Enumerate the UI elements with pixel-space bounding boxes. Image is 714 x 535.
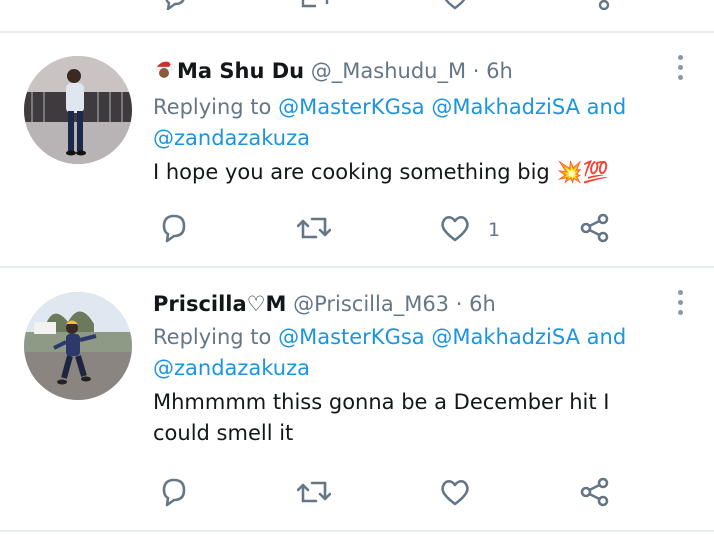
divider [0,530,714,532]
timestamp[interactable]: 6h [469,292,496,316]
mention-link[interactable]: @zandazakuza [153,356,310,380]
tweet-emoji: 💥💯 [556,160,609,184]
like-count: 1 [488,219,501,241]
mention-link[interactable]: and [587,325,627,349]
separator-dot: · [455,292,463,316]
tweet-content: Priscilla♡M @Priscilla_M63 · 6h Replying… [153,289,673,449]
tweet-text: Mhmmmm thiss gonna be a December hit I c… [153,390,610,445]
user-handle[interactable]: @Priscilla_M63 [293,292,449,316]
retweet-icon[interactable] [298,0,332,10]
tweet-header: Priscilla♡M @Priscilla_M63 · 6h [153,289,673,319]
display-name[interactable]: Priscilla♡M [153,292,286,316]
mention-link[interactable]: and [587,95,627,119]
heart-icon[interactable] [440,0,470,10]
mention-link[interactable]: @MakhadziSA [431,95,580,119]
tweet-actions: 1 [0,213,714,253]
more-vertical-icon[interactable] [673,55,687,85]
avatar[interactable] [24,56,132,164]
user-handle[interactable]: @_Mashudu_M [311,59,466,83]
tweet-content: Ma Shu Du @_Mashudu_M · 6h Replying to @… [153,56,673,188]
separator-dot: · [472,59,480,83]
previous-tweet-actions [0,0,714,10]
retweet-icon[interactable] [297,477,331,507]
tweet-2[interactable]: Priscilla♡M @Priscilla_M63 · 6h Replying… [0,268,714,530]
mention-link[interactable]: @zandazakuza [153,126,310,150]
avatar[interactable] [24,292,132,400]
display-name[interactable]: Ma Shu Du [177,59,304,83]
mention-link[interactable]: @MasterKGsa [278,325,425,349]
share-icon[interactable] [579,213,611,243]
mention-link[interactable]: @MasterKGsa [278,95,425,119]
reply-icon[interactable] [159,477,189,507]
reply-icon[interactable] [159,213,189,243]
heart-icon[interactable] [439,477,471,507]
retweet-icon[interactable] [297,213,331,243]
timestamp[interactable]: 6h [486,59,513,83]
more-vertical-icon[interactable] [673,290,687,320]
tweet-text: I hope you are cooking something big 💥💯 [153,157,673,188]
share-icon[interactable] [579,477,611,507]
santa-emoji-icon [153,59,175,89]
share-icon[interactable] [582,0,612,10]
tweet-text-body: I hope you are cooking something big [153,160,550,184]
heart-icon[interactable] [439,213,471,243]
tweet-header: Ma Shu Du @_Mashudu_M · 6h [153,56,673,89]
mention-link[interactable]: @MakhadziSA [431,325,580,349]
replying-to-label: Replying to [153,95,272,119]
replying-to: Replying to @MasterKGsa @MakhadziSA and … [153,322,673,384]
tweet-actions [0,477,714,517]
tweet-1[interactable]: Ma Shu Du @_Mashudu_M · 6h Replying to @… [0,33,714,266]
replying-to-label: Replying to [153,325,272,349]
replying-to: Replying to @MasterKGsa @MakhadziSA and … [153,92,673,154]
reply-icon[interactable] [160,0,190,10]
